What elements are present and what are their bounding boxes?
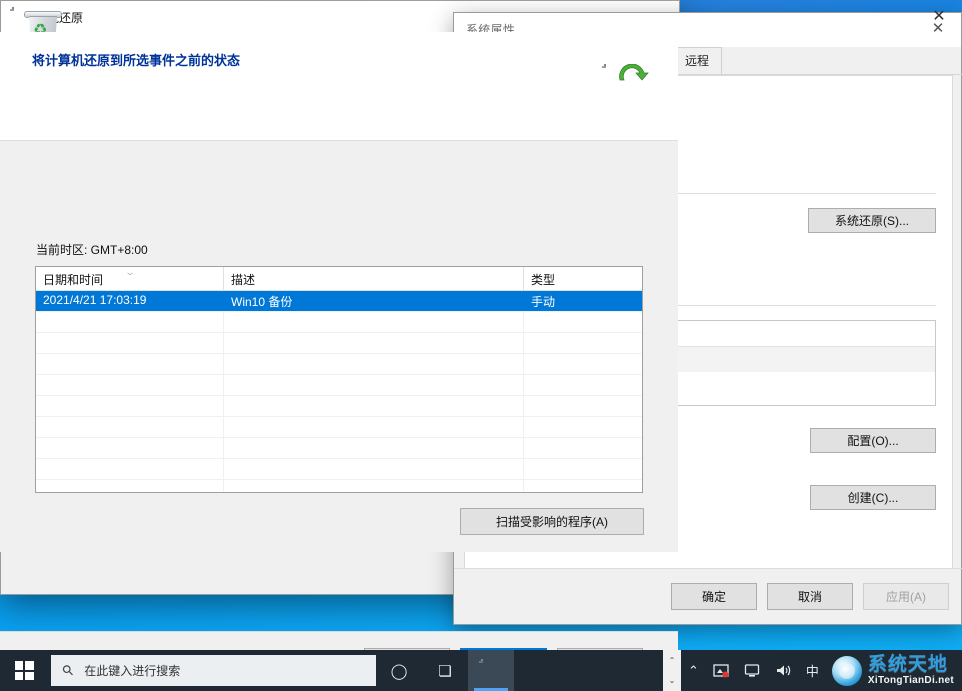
watermark: 系统天地 XiTongTianDi.net <box>826 650 962 691</box>
watermark-logo-icon <box>831 655 862 686</box>
cortana-icon[interactable]: ◯ <box>376 650 422 691</box>
table-row[interactable] <box>36 459 642 480</box>
watermark-chinese-text: 系统天地 <box>867 654 948 675</box>
search-icon: ⚲ <box>58 660 78 680</box>
cell-date <box>36 438 224 458</box>
system-properties-footer: 确定 取消 应用(A) <box>454 568 962 624</box>
cortana-glyph: ◯ <box>390 662 408 680</box>
cell-description <box>224 333 524 353</box>
cell-type <box>524 438 642 458</box>
close-icon[interactable]: ✕ <box>916 0 962 31</box>
configure-button[interactable]: 配置(O)... <box>810 428 936 453</box>
cell-description <box>224 417 524 437</box>
cell-type: 手动 <box>531 295 556 309</box>
chevron-up-icon: ⌃ <box>687 662 699 678</box>
table-row[interactable] <box>36 333 642 354</box>
cell-description: Win10 备份 <box>224 291 524 311</box>
cell-type <box>524 333 642 353</box>
create-button[interactable]: 创建(C)... <box>810 485 936 510</box>
search-input[interactable]: ⚲ 在此键入进行搜索 <box>51 655 376 686</box>
screenshot-glyph <box>713 664 729 678</box>
cell-type <box>524 459 642 479</box>
system-restore-banner-icon <box>602 64 658 114</box>
volume-glyph <box>776 665 791 676</box>
tab-remote[interactable]: 远程 <box>672 47 723 74</box>
tray-scrollbar[interactable]: ⌃ ⌄ <box>662 650 681 691</box>
column-header-date[interactable]: 日期和时间 ⌄ <box>36 267 224 290</box>
task-view-icon[interactable]: ❏ <box>422 650 468 691</box>
ime-indicator[interactable]: 中 <box>799 650 826 691</box>
table-row[interactable] <box>36 417 642 438</box>
column-header-type[interactable]: 类型 <box>524 267 642 290</box>
cell-type <box>524 396 642 416</box>
system-tray[interactable]: ⌃ ⌄ ⌃ 中 系统天地 XiTongTianDi.net <box>662 650 962 691</box>
cell-date <box>36 417 224 437</box>
cell-date <box>36 312 224 332</box>
cell-type <box>524 417 642 437</box>
volume-icon[interactable] <box>768 650 799 691</box>
restore-points-table[interactable]: 日期和时间 ⌄ 描述 类型 2021/4/21 17:03:19 Win10 备份… <box>35 266 643 493</box>
scroll-up-icon[interactable]: ⌃ <box>669 656 676 665</box>
cell-description <box>224 480 524 492</box>
cell-date <box>36 333 224 353</box>
cell-type <box>524 480 642 492</box>
start-button[interactable] <box>0 650 48 691</box>
cell-type <box>524 312 642 332</box>
column-header-date-label: 日期和时间 <box>43 273 104 287</box>
cell-date <box>36 459 224 479</box>
cell-date: 2021/4/21 17:03:19 <box>36 291 224 311</box>
task-view-glyph: ❏ <box>438 662 452 680</box>
table-row[interactable] <box>36 354 642 375</box>
network-icon[interactable] <box>737 650 768 691</box>
show-hidden-icons-chevron[interactable]: ⌃ <box>681 650 706 691</box>
cell-type <box>524 375 642 395</box>
timezone-label: 当前时区: GMT+8:00 <box>36 243 148 257</box>
desktop: ♻ 系统属性 ✕ 远程 统更改。 点，撤消 系统还原(S)... 保护 启用 删… <box>0 0 962 691</box>
cell-description <box>224 354 524 374</box>
screenshot-tool-icon[interactable] <box>706 650 737 691</box>
scroll-down-icon[interactable]: ⌄ <box>669 676 676 685</box>
sort-descending-icon: ⌄ <box>123 267 136 277</box>
apply-button: 应用(A) <box>863 583 949 610</box>
taskbar-item-system-restore[interactable] <box>468 650 514 691</box>
ok-button[interactable]: 确定 <box>671 583 757 610</box>
ime-glyph: 中 <box>805 664 819 679</box>
table-row[interactable] <box>36 480 642 492</box>
system-restore-icon <box>10 7 28 25</box>
cell-description <box>224 396 524 416</box>
table-row[interactable] <box>36 396 642 417</box>
taskbar[interactable]: ⚲ 在此键入进行搜索 ◯ ❏ ⌃ ⌄ ⌃ 中 系统天地 XiTongTianDi… <box>0 650 962 691</box>
system-restore-header: 将计算机还原到所选事件之前的状态 <box>0 32 678 141</box>
column-header-description[interactable]: 描述 <box>224 267 524 290</box>
watermark-english-text: XiTongTianDi.net <box>867 675 954 686</box>
system-restore-icon <box>479 658 501 681</box>
table-row[interactable]: 2021/4/21 17:03:19 Win10 备份 手动 <box>36 291 642 312</box>
cell-description <box>224 312 524 332</box>
table-body[interactable]: 2021/4/21 17:03:19 Win10 备份 手动 <box>36 291 642 492</box>
search-placeholder: 在此键入进行搜索 <box>84 664 181 678</box>
cell-description <box>224 438 524 458</box>
system-restore-button[interactable]: 系统还原(S)... <box>808 208 936 233</box>
windows-logo-icon <box>14 661 34 680</box>
page-title: 将计算机还原到所选事件之前的状态 <box>32 53 241 68</box>
table-row[interactable] <box>36 375 642 396</box>
cell-date <box>36 375 224 395</box>
cell-date <box>36 480 224 492</box>
table-row[interactable] <box>36 312 642 333</box>
cancel-button[interactable]: 取消 <box>767 583 853 610</box>
cell-date <box>36 396 224 416</box>
system-restore-content: 当前时区: GMT+8:00 日期和时间 ⌄ 描述 类型 2021/4/21 1… <box>0 141 678 552</box>
cell-description <box>224 375 524 395</box>
system-restore-dialog[interactable]: 系统还原 ✕ 将计算机还原到所选事件之前的状态 当前时区: GMT+8:00 <box>0 0 946 691</box>
table-header-row[interactable]: 日期和时间 ⌄ 描述 类型 <box>36 267 642 291</box>
scan-affected-programs-button[interactable]: 扫描受影响的程序(A) <box>460 508 644 535</box>
cell-type <box>524 354 642 374</box>
table-row[interactable] <box>36 438 642 459</box>
network-glyph <box>744 664 760 677</box>
cell-description <box>224 459 524 479</box>
cell-date <box>36 354 224 374</box>
